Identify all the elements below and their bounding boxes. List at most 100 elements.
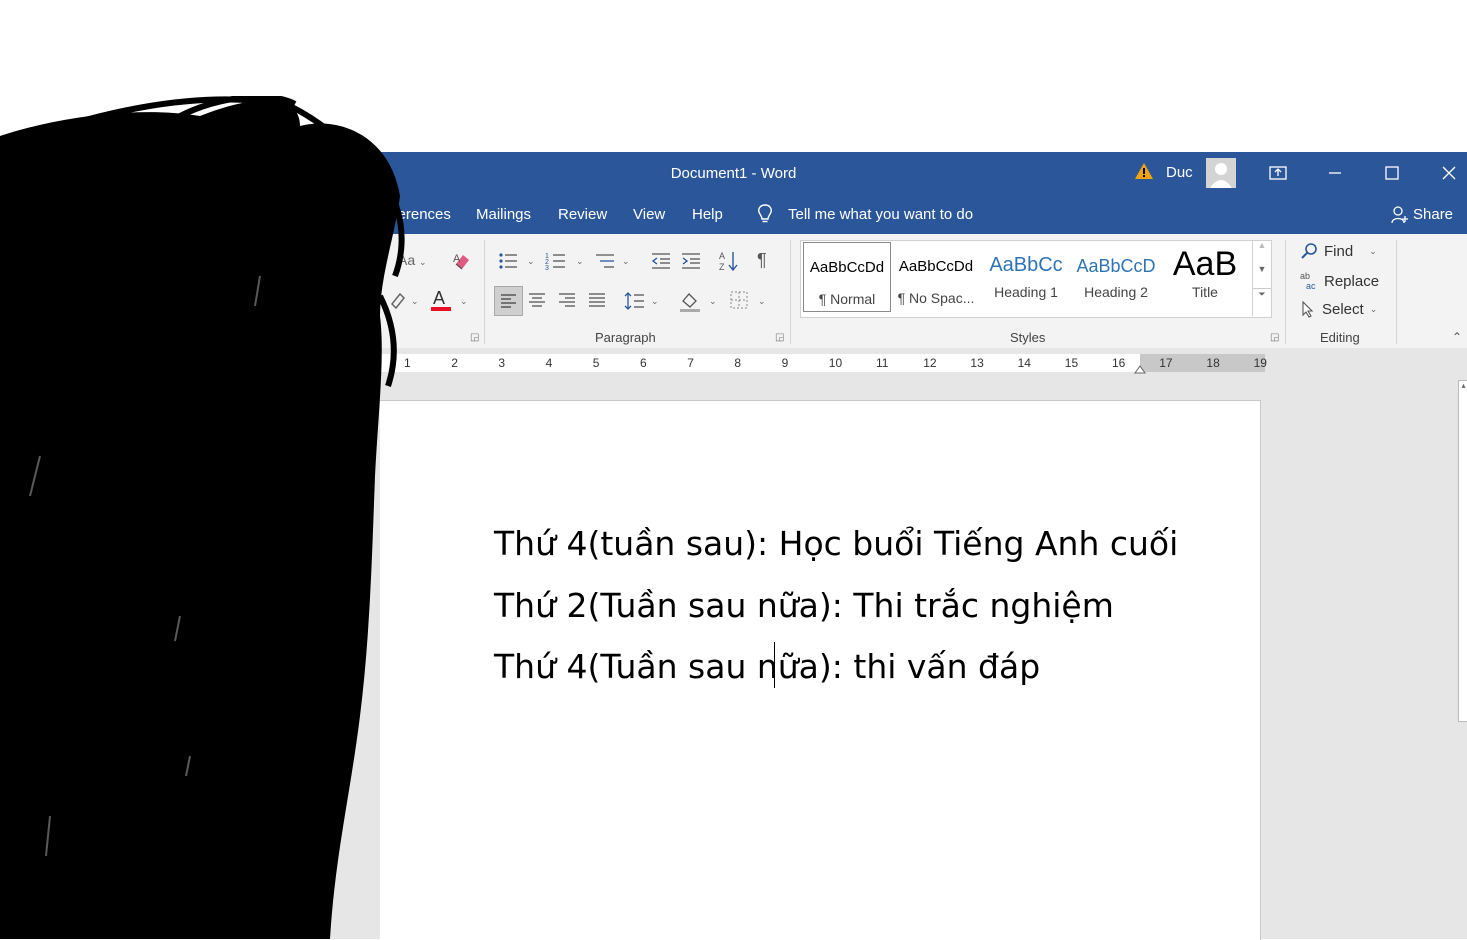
align-right-icon[interactable] [556, 290, 578, 312]
find-label: Find [1324, 242, 1354, 260]
line-spacing-icon[interactable] [624, 290, 646, 312]
chevron-down-icon[interactable]: ⌄ [576, 256, 584, 267]
svg-text:3: 3 [545, 265, 549, 272]
tab-mailings[interactable]: Mailings [476, 206, 531, 223]
ruler-tick-label: 13 [970, 356, 984, 370]
paragraph-dialog-launcher-icon[interactable]: ◲ [775, 332, 784, 343]
style-heading-1[interactable]: AaBbCc Heading 1 [982, 242, 1070, 312]
user-name[interactable]: Duc [1166, 164, 1193, 181]
style-sample: AaB [1172, 245, 1238, 283]
ruler-tick-label: 14 [1017, 356, 1031, 370]
lightbulb-icon [758, 204, 772, 223]
scroll-up-icon[interactable]: ▴ [1459, 381, 1467, 390]
share-button[interactable]: Share [1413, 206, 1453, 223]
align-left-button[interactable] [494, 286, 523, 316]
decrease-indent-icon[interactable] [650, 250, 672, 272]
ruler-tick-label: 12 [923, 356, 937, 370]
find-button[interactable]: Find ⌄ [1300, 242, 1377, 260]
chevron-down-icon[interactable]: ⌄ [622, 256, 630, 267]
cursor-arrow-icon [1302, 300, 1314, 318]
clear-formatting-icon[interactable]: A [451, 250, 473, 272]
svg-text:Z: Z [719, 262, 725, 272]
font-dialog-launcher-icon[interactable]: ◲ [470, 332, 479, 343]
ruler-tick-label: 11 [876, 356, 889, 370]
shading-icon[interactable] [679, 289, 701, 313]
right-indent-marker-icon[interactable] [1134, 362, 1146, 374]
group-separator [484, 240, 485, 344]
chevron-down-icon[interactable]: ⌄ [709, 296, 717, 307]
text-caret [774, 642, 775, 688]
numbering-icon[interactable]: 1 2 3 [545, 250, 567, 272]
svg-text:A: A [433, 288, 445, 308]
font-color-icon[interactable]: A [430, 288, 452, 312]
document-line[interactable]: Thứ 4(tuần sau): Học buổi Tiếng Anh cuối [494, 524, 1178, 563]
style-name: ¶ Normal [818, 291, 876, 307]
minimize-icon [1329, 172, 1341, 174]
style-sample: AaBbCc [989, 254, 1063, 276]
style-name: Heading 2 [1084, 284, 1148, 300]
close-button[interactable] [1421, 152, 1467, 194]
align-center-icon[interactable] [526, 290, 548, 312]
ruler-tick-label: 10 [828, 356, 843, 370]
ribbon-display-options-button[interactable] [1250, 152, 1306, 194]
chevron-down-icon[interactable]: ⌄ [460, 296, 468, 307]
tab-review[interactable]: Review [558, 206, 607, 223]
user-avatar-icon [1210, 163, 1232, 188]
svg-text:ac: ac [1306, 281, 1316, 291]
ruler-tick-label: 16 [1112, 356, 1126, 370]
ruler-tick-label: 4 [545, 356, 553, 370]
ruler-tick-label: 7 [687, 356, 694, 370]
style-name: Heading 1 [994, 284, 1058, 300]
svg-text:A: A [719, 251, 725, 261]
chevron-down-icon: ⌄ [1369, 245, 1377, 256]
replace-button[interactable]: ab ac Replace [1300, 271, 1379, 291]
style-sample: AaBbCcDd [898, 258, 974, 275]
ruler-tick-label: 6 [640, 356, 647, 370]
scroll-up-icon[interactable]: ▲ [1253, 240, 1271, 264]
replace-label: Replace [1324, 272, 1380, 290]
chevron-down-icon[interactable]: ⌄ [527, 256, 535, 267]
align-left-icon [501, 294, 516, 308]
ruler-tick-label: 19 [1253, 356, 1267, 370]
tab-view[interactable]: View [633, 206, 665, 223]
styles-gallery-scroll: ▲ ▼ ⏷ [1252, 240, 1271, 316]
style-heading-2[interactable]: AaBbCcD Heading 2 [1072, 242, 1160, 312]
style-sample: AaBbCcDd [809, 259, 885, 276]
styles-more-icon[interactable]: ⏷ [1253, 288, 1271, 313]
svg-text:A: A [453, 253, 461, 265]
borders-icon[interactable] [729, 290, 749, 310]
close-icon [1442, 166, 1456, 180]
share-person-icon [1391, 206, 1408, 224]
tab-help[interactable]: Help [692, 206, 723, 223]
maximize-button[interactable] [1364, 152, 1420, 194]
chevron-down-icon[interactable]: ⌄ [758, 296, 766, 307]
ruler-tick-label: 18 [1206, 356, 1220, 370]
scroll-down-icon[interactable]: ▼ [1253, 264, 1271, 288]
styles-dialog-launcher-icon[interactable]: ◲ [1270, 332, 1279, 343]
chevron-down-icon[interactable]: ⌄ [651, 296, 659, 307]
sort-icon[interactable]: A Z [718, 249, 740, 273]
style-no-spacing[interactable]: AaBbCcDd ¶ No Spac... [892, 242, 980, 312]
bullets-icon[interactable] [497, 250, 519, 272]
group-separator [1285, 240, 1286, 344]
search-icon [1301, 243, 1317, 259]
avatar[interactable] [1206, 158, 1236, 188]
warning-icon[interactable] [1134, 161, 1154, 181]
vertical-scrollbar[interactable]: ▴ [1458, 380, 1467, 722]
ruler-tick-label: 8 [734, 356, 742, 370]
justify-icon[interactable] [586, 290, 608, 312]
select-button[interactable]: Select ⌄ [1300, 300, 1377, 318]
multilevel-list-icon[interactable] [594, 250, 616, 272]
collapse-ribbon-icon[interactable]: ⌃ [1452, 330, 1462, 344]
style-normal[interactable]: AaBbCcDd ¶ Normal [803, 242, 891, 312]
ruler-tick-label: 3 [498, 356, 506, 370]
style-title[interactable]: AaB Title [1161, 242, 1249, 312]
tell-me-search[interactable]: Tell me what you want to do [788, 206, 973, 223]
show-formatting-marks-icon[interactable]: ¶ [757, 250, 767, 271]
increase-indent-icon[interactable] [680, 250, 702, 272]
minimize-button[interactable] [1307, 152, 1363, 194]
styles-group-label: Styles [1010, 330, 1046, 345]
document-line[interactable]: Thứ 2(Tuần sau nữa): Thi trắc nghiệm [494, 586, 1114, 625]
chevron-down-icon: ⌄ [1369, 303, 1378, 314]
document-line[interactable]: Thứ 4(Tuần sau nữa): thi vấn đáp [494, 647, 1040, 686]
